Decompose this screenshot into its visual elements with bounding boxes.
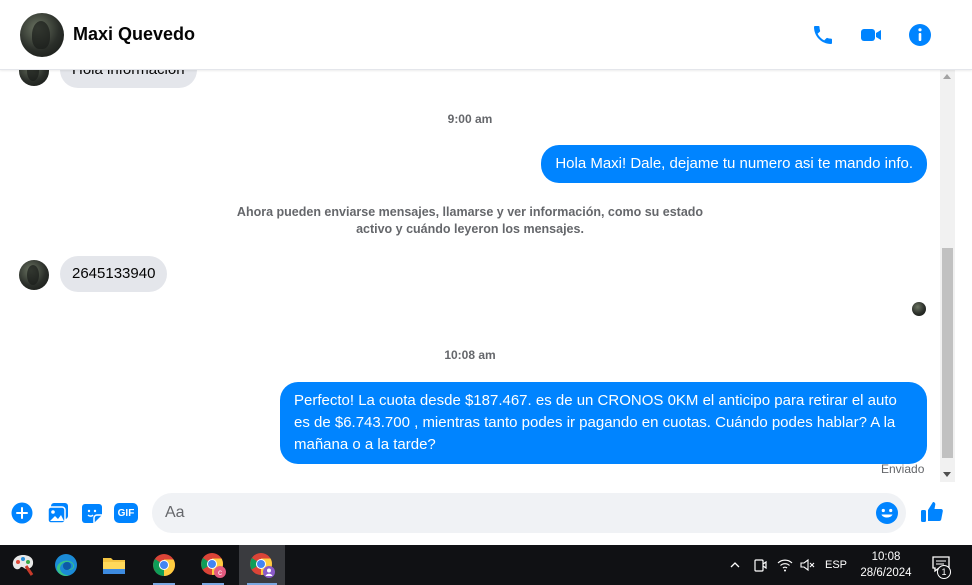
wifi-icon[interactable] [775,545,795,585]
clock-date: 28/6/2024 [860,567,912,579]
incoming-message-partial[interactable]: Hola información [60,70,197,88]
system-clock[interactable]: 10:08 28/6/2024 [852,549,920,581]
seen-indicator-avatar [912,302,926,316]
file-explorer-app-icon[interactable] [91,545,137,585]
scroll-down-arrow[interactable] [943,472,951,477]
sticker-icon[interactable] [80,501,104,525]
timestamp: 9:00 am [447,112,493,126]
gif-icon[interactable]: GIF [114,501,138,525]
contact-name[interactable]: Maxi Quevedo [73,24,195,45]
message-composer: GIF [0,482,972,545]
chrome-profile-c-app-icon[interactable]: c [190,545,236,585]
paint-app-icon[interactable] [0,545,46,585]
incoming-message[interactable]: 2645133940 [60,256,168,292]
scroll-thumb[interactable] [942,248,953,458]
like-icon[interactable] [919,499,945,525]
edge-app-icon[interactable] [43,545,89,585]
chevron-up-icon[interactable] [726,545,744,585]
meet-now-icon[interactable] [749,545,771,585]
windows-taskbar: c ESP 10:08 28/6/2024 1 [0,545,972,585]
chrome-app-icon[interactable] [141,545,187,585]
emoji-icon[interactable] [875,501,899,525]
notification-count-badge: 1 [937,565,951,579]
video-icon[interactable] [858,22,884,48]
contact-avatar-small[interactable] [19,70,49,86]
contact-avatar-small[interactable] [19,260,49,290]
message-status: Enviado [881,462,925,476]
image-icon[interactable] [46,501,70,525]
chat-scrollbar[interactable] [940,70,955,482]
info-icon[interactable] [907,22,933,48]
outgoing-message[interactable]: Hola Maxi! Dale, dejame tu numero asi te… [541,145,927,183]
svg-text:c: c [218,568,222,577]
chat-header: Maxi Quevedo [0,0,972,70]
outgoing-message[interactable]: Perfecto! La cuota desde $187.467. es de… [280,382,927,464]
timestamp: 10:08 am [444,348,496,362]
phone-icon[interactable] [810,22,836,48]
message-list[interactable]: Hola información 9:00 am Hola Maxi! Dale… [0,70,940,482]
plus-icon[interactable] [10,501,34,525]
gif-label: GIF [114,503,138,523]
contact-avatar[interactable] [20,13,64,57]
notification-center-icon[interactable]: 1 [928,545,956,585]
chrome-profile-active-app-icon[interactable] [239,545,285,585]
scroll-up-arrow[interactable] [943,74,951,79]
volume-muted-icon[interactable] [797,545,817,585]
message-input[interactable] [152,493,906,533]
clock-time: 10:08 [871,551,901,563]
conversation-notice: Ahora pueden enviarse mensajes, llamarse… [236,205,704,236]
language-indicator[interactable]: ESP [822,545,850,585]
